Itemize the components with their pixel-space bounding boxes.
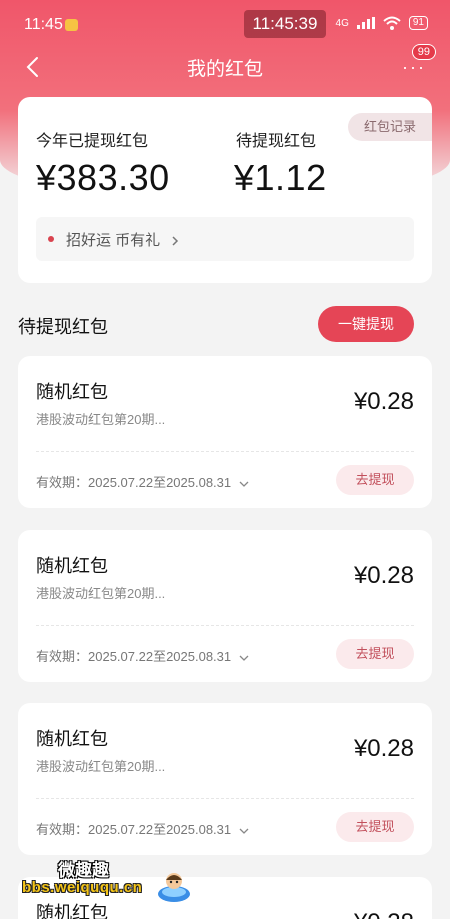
pending-label: 待提现红包 <box>236 133 317 150</box>
notification-icon <box>65 19 78 31</box>
promo-banner[interactable]: 招好运 币有礼 <box>36 217 414 261</box>
divider <box>36 625 414 626</box>
chevron-down-icon <box>239 828 249 834</box>
divider <box>36 451 414 452</box>
card-desc: 港股波动红包第20期... <box>36 586 166 601</box>
red-packet-card: 随机红包 港股波动红包第20期... ¥0.28 有效期：2025.07.22至… <box>18 356 432 508</box>
network-label: 4G <box>335 17 349 29</box>
battery-icon: 91 <box>408 16 428 30</box>
promo-text: 招好运 币有礼 <box>66 232 161 249</box>
more-icon[interactable]: ··· <box>402 58 426 76</box>
status-time: 11:45 <box>24 16 63 33</box>
card-validity: 有效期：2025.07.22至2025.08.31 <box>36 649 232 664</box>
withdraw-button[interactable]: 去提现 <box>336 465 414 495</box>
card-title: 随机红包 <box>36 729 108 749</box>
claim-all-button[interactable]: 一键提现 <box>318 306 414 342</box>
status-clock: 11:45:39 <box>244 10 326 38</box>
record-button[interactable]: 红包记录 <box>348 113 432 141</box>
card-amount: ¥0.28 <box>354 909 414 919</box>
pending-amount: ¥1.12 <box>234 157 327 198</box>
watermark: 微趣趣 bbs.weiququ.cn <box>22 856 222 906</box>
divider <box>36 798 414 799</box>
card-title: 随机红包 <box>36 382 108 402</box>
red-packet-card: 随机红包 港股波动红包第20期... ¥0.28 有效期：2025.07.22至… <box>18 530 432 682</box>
signal-icon <box>356 17 375 29</box>
card-amount: ¥0.28 <box>353 562 414 589</box>
status-bar: 11:45 11:45:39 4G 91 <box>0 0 450 48</box>
card-desc: 港股波动红包第20期... <box>36 412 166 427</box>
card-title: 随机红包 <box>36 556 108 576</box>
page-title: 我的红包 <box>186 59 263 80</box>
watermark-logo-icon <box>158 873 190 902</box>
withdrawn-amount: ¥383.30 <box>36 157 170 198</box>
card-amount: ¥0.28 <box>353 735 414 762</box>
withdrawn-label: 今年已提现红包 <box>36 133 149 150</box>
watermark-name: 微趣趣 <box>58 861 109 880</box>
card-validity: 有效期：2025.07.22至2025.08.31 <box>36 822 232 837</box>
notification-badge: 99 <box>411 44 436 60</box>
card-validity: 有效期：2025.07.22至2025.08.31 <box>36 475 232 490</box>
watermark-url: bbs.weiququ.cn <box>22 879 143 896</box>
chevron-down-icon <box>239 655 249 661</box>
withdraw-button[interactable]: 去提现 <box>336 812 414 842</box>
chevron-down-icon <box>239 481 249 487</box>
nav-bar: 我的红包 ··· <box>0 48 450 88</box>
promo-dot-icon <box>48 236 54 242</box>
chevron-right-icon <box>172 236 179 246</box>
section-title: 待提现红包 <box>18 317 108 337</box>
red-packet-card: 随机红包 港股波动红包第20期... ¥0.28 有效期：2025.07.22至… <box>18 703 432 855</box>
summary-card: 红包记录 今年已提现红包 待提现红包 ¥383.30 ¥1.12 招好运 币有礼 <box>18 97 432 283</box>
withdraw-button[interactable]: 去提现 <box>336 639 414 669</box>
wifi-icon <box>383 16 401 30</box>
card-desc: 港股波动红包第20期... <box>36 759 166 774</box>
card-amount: ¥0.28 <box>353 388 414 415</box>
